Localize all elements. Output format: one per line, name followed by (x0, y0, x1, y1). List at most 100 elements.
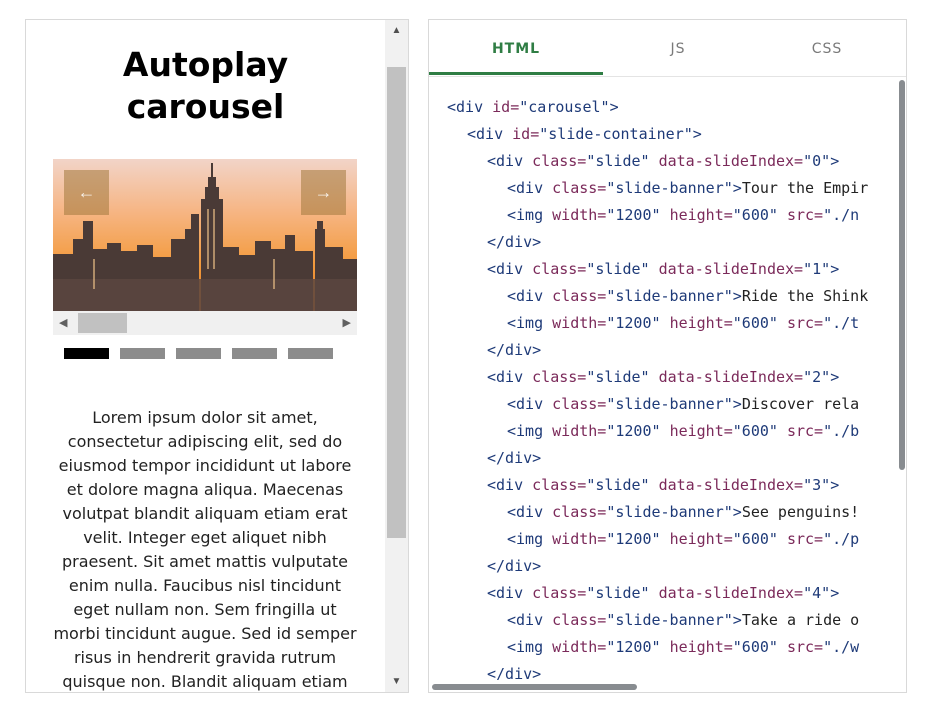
code-token-attr: class= (532, 476, 587, 494)
code-token-tag: <div (447, 98, 493, 116)
code-token-txt: Tour the Empir (741, 179, 869, 197)
code-token-tag: <div (487, 584, 533, 602)
code-token-attr: data-slideIndex= (658, 260, 804, 278)
code-line: </div> (487, 661, 541, 680)
code-token-str: "3" (803, 476, 831, 494)
code-token-attr: src= (786, 638, 824, 656)
preview-content: Autoplay carousel ← → ◀ ▶ Lorem ipsum do… (26, 20, 385, 692)
slide-indicator-4[interactable] (288, 348, 333, 359)
code-token-attr: src= (786, 314, 824, 332)
code-token-tag: > (830, 476, 840, 494)
code-token-attr: class= (552, 611, 607, 629)
code-token-tag: <div (507, 287, 553, 305)
slide-indicator-2[interactable] (176, 348, 221, 359)
code-token-attr: width= (552, 206, 607, 224)
scroll-left-icon[interactable]: ◀ (59, 316, 67, 330)
code-token-tag: > (732, 611, 742, 629)
preview-vertical-scrollbar[interactable]: ▲ ▼ (385, 20, 408, 692)
page-title-line2: carousel (126, 87, 285, 126)
code-line: <img width="1200" height="600" src="./n (507, 202, 859, 229)
code-line: <img width="1200" height="600" src="./w (507, 634, 859, 661)
code-token-str: "1" (803, 260, 831, 278)
code-token-txt: Take a ride o (741, 611, 860, 629)
code-token-txt: See penguins! (741, 503, 860, 521)
carousel-prev-button[interactable]: ← (64, 170, 109, 215)
scroll-right-icon[interactable]: ▶ (343, 316, 351, 330)
code-line: </div> (487, 553, 541, 580)
code-editor[interactable]: <div id="carousel"> <div id="slide-contai… (447, 94, 895, 680)
code-token-str: "1200" (606, 530, 670, 548)
preview-pane: Autoplay carousel ← → ◀ ▶ Lorem ipsum do… (25, 19, 409, 693)
code-pane: HTML JS CSS <div id="carousel"> <div id="… (428, 19, 907, 693)
code-token-txt: Discover rela (741, 395, 860, 413)
code-token-tag: </div> (487, 341, 542, 359)
code-token-tag: > (732, 287, 742, 305)
editor-tabs: HTML JS CSS (429, 20, 906, 77)
code-token-tag: <div (507, 503, 553, 521)
code-token-tag: <img (507, 638, 553, 656)
code-token-attr: src= (786, 530, 824, 548)
code-token-tag: </div> (487, 665, 542, 680)
code-token-str: "./p (823, 530, 860, 548)
code-line: <img width="1200" height="600" src="./p (507, 526, 859, 553)
code-line: <div class="slide" data-slideIndex="0"> (487, 148, 839, 175)
code-token-tag: </div> (487, 557, 542, 575)
code-token-str: "600" (732, 638, 787, 656)
tab-html[interactable]: HTML (429, 20, 603, 75)
carousel-scroll-thumb[interactable] (78, 313, 127, 333)
code-line: <img width="1200" height="600" src="./t (507, 310, 859, 337)
code-token-attr: width= (552, 530, 607, 548)
code-token-str: "slide-banner" (606, 611, 733, 629)
code-token-str: "slide-container" (539, 125, 693, 143)
code-token-str: "2" (803, 368, 831, 386)
code-token-str: "./t (823, 314, 860, 332)
code-token-tag: > (830, 260, 840, 278)
code-token-attr: class= (552, 179, 607, 197)
code-line: </div> (487, 445, 541, 472)
carousel-horizontal-scrollbar[interactable]: ◀ ▶ (53, 311, 357, 335)
code-token-tag: > (609, 98, 619, 116)
code-line: <div id="carousel"> (447, 94, 619, 121)
code-token-attr: data-slideIndex= (658, 476, 804, 494)
code-token-tag: <img (507, 422, 553, 440)
code-token-tag: <div (487, 368, 533, 386)
code-token-attr: data-slideIndex= (658, 584, 804, 602)
code-horizontal-scroll-thumb[interactable] (432, 684, 637, 690)
code-token-tag: <div (507, 395, 553, 413)
code-token-attr: height= (669, 530, 733, 548)
scroll-down-icon[interactable]: ▼ (385, 676, 408, 687)
code-token-str: "./b (823, 422, 860, 440)
code-token-tag: > (830, 584, 840, 602)
code-token-str: "carousel" (519, 98, 610, 116)
code-token-tag: <img (507, 206, 553, 224)
code-vertical-scroll-thumb[interactable] (899, 80, 905, 470)
slide-indicator-0[interactable] (64, 348, 109, 359)
code-token-str: "4" (803, 584, 831, 602)
code-token-tag: <div (507, 611, 553, 629)
code-token-str: "slide-banner" (606, 395, 733, 413)
code-token-str: "1200" (606, 206, 670, 224)
code-token-tag: > (692, 125, 702, 143)
slide-indicator-1[interactable] (120, 348, 165, 359)
scroll-up-icon[interactable]: ▲ (385, 25, 408, 36)
code-token-attr: data-slideIndex= (658, 368, 804, 386)
code-token-str: "1200" (606, 314, 670, 332)
code-token-str: "slide-banner" (606, 287, 733, 305)
carousel-next-button[interactable]: → (301, 170, 346, 215)
code-line: <div class="slide-banner">See penguins! (507, 499, 859, 526)
code-token-tag: > (732, 395, 742, 413)
code-token-attr: height= (669, 638, 733, 656)
code-token-tag: <img (507, 314, 553, 332)
code-token-str: "./n (823, 206, 860, 224)
code-token-tag: <div (487, 476, 533, 494)
code-token-tag: </div> (487, 233, 542, 251)
tab-css[interactable]: CSS (753, 20, 901, 75)
code-token-str: "slide-banner" (606, 179, 733, 197)
code-token-str: "600" (732, 314, 787, 332)
tab-js[interactable]: JS (603, 20, 753, 75)
code-token-attr: class= (552, 287, 607, 305)
preview-scroll-thumb[interactable] (387, 67, 406, 538)
code-token-str: "600" (732, 422, 787, 440)
code-token-attr: id= (492, 98, 520, 116)
slide-indicator-3[interactable] (232, 348, 277, 359)
